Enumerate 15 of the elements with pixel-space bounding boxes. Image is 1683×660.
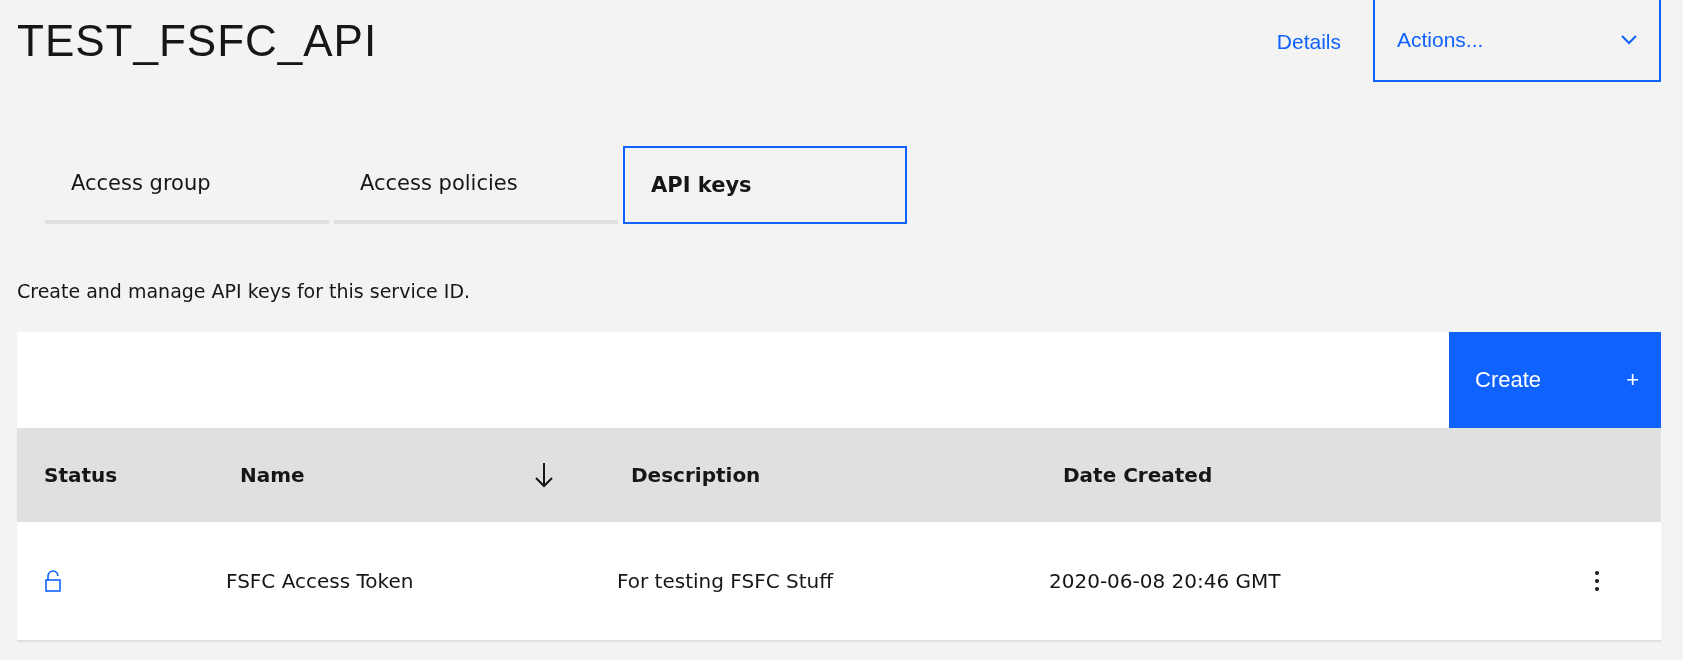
create-button[interactable]: Create + — [1449, 332, 1661, 428]
column-header[interactable]: Status — [44, 463, 118, 487]
column-header[interactable]: Description — [631, 463, 761, 487]
table-cell: For testing FSFC Stuff — [617, 569, 833, 593]
actions-dropdown[interactable]: Actions... — [1373, 0, 1661, 82]
overflow-menu-icon[interactable] — [1594, 570, 1600, 592]
column-header[interactable]: Name — [240, 463, 305, 487]
table-cell: FSFC Access Token — [226, 569, 414, 593]
column-header[interactable]: Date Created — [1063, 463, 1213, 487]
details-link[interactable]: Details — [1276, 30, 1341, 54]
table-cell: 2020-06-08 20:46 GMT — [1049, 569, 1281, 593]
chevron-down-icon — [1621, 35, 1637, 45]
tab[interactable]: API keys — [623, 146, 907, 224]
description-text: Create and manage API keys for this service ID. — [17, 280, 472, 304]
page-title: TEST_FSFC_API — [17, 16, 379, 66]
